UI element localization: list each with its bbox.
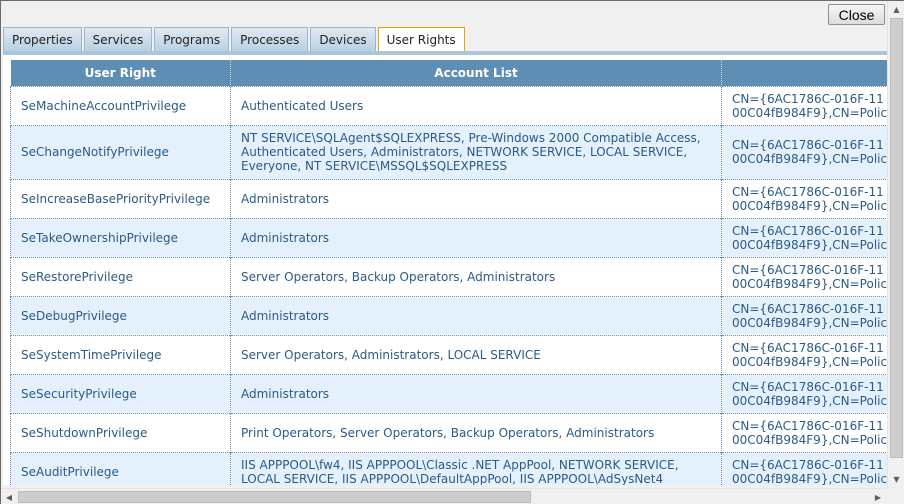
table-row[interactable]: SeChangeNotifyPrivilege NT SERVICE\SQLAg… bbox=[10, 124, 887, 179]
dn-line: 00C04fB984F9},CN=Polic bbox=[732, 393, 887, 408]
dn-cell: CN={6AC1786C-016F-11 00C04fB984F9},CN=Pol… bbox=[721, 334, 887, 374]
user-right-cell: SeDebugPrivilege bbox=[10, 295, 231, 335]
dn-line: 00C04fB984F9},CN=Polic bbox=[732, 198, 887, 213]
table-row[interactable]: SeSystemTimePrivilege Server Operators, … bbox=[10, 334, 887, 374]
scrollbar-corner bbox=[887, 488, 904, 504]
user-right-cell: SeRestorePrivilege bbox=[10, 256, 231, 296]
dn-line: 00C04fB984F9},CN=Polic bbox=[732, 105, 887, 120]
user-right-cell: SeShutdownPrivilege bbox=[10, 412, 231, 452]
dn-line: CN={6AC1786C-016F-11 bbox=[732, 340, 884, 355]
dn-cell: CN={6AC1786C-016F-11 00C04fB984F9},CN=Pol… bbox=[721, 217, 887, 257]
dn-cell: CN={6AC1786C-016F-11 00C04fB984F9},CN=Pol… bbox=[721, 124, 887, 179]
column-header-user-right[interactable]: User Right bbox=[10, 60, 231, 86]
vertical-scrollbar[interactable]: ▲ ▼ bbox=[887, 1, 904, 488]
dn-line: 00C04fB984F9},CN=Polic bbox=[732, 432, 887, 447]
dn-cell: CN={6AC1786C-016F-11 00C04fB984F9},CN=Pol… bbox=[721, 295, 887, 335]
dn-line: CN={6AC1786C-016F-11 bbox=[732, 138, 884, 152]
dn-line: 00C04fB984F9},CN=Polic bbox=[732, 237, 887, 252]
dn-line: CN={6AC1786C-016F-11 bbox=[732, 379, 884, 394]
dn-line: CN={6AC1786C-016F-11 bbox=[732, 91, 884, 106]
table-row[interactable]: SeIncreaseBasePriorityPrivilege Administ… bbox=[10, 178, 887, 218]
user-right-cell: SeMachineAccountPrivilege bbox=[10, 85, 231, 125]
dn-line: CN={6AC1786C-016F-11 bbox=[732, 223, 884, 238]
dn-line: 00C04fB984F9},CN=Polic bbox=[732, 354, 887, 369]
account-list-cell: Server Operators, Backup Operators, Admi… bbox=[230, 256, 722, 296]
user-rights-panel: User Right Account List SeMachineAccount… bbox=[3, 55, 887, 485]
user-right-cell: SeAuditPrivilege bbox=[10, 451, 231, 485]
account-list-cell: Administrators bbox=[230, 373, 722, 413]
user-right-cell: SeTakeOwnershipPrivilege bbox=[10, 217, 231, 257]
table-header-row: User Right Account List bbox=[10, 60, 887, 86]
arrow-left-icon[interactable]: ◀ bbox=[1, 489, 17, 504]
dn-line: 00C04fB984F9},CN=Polic bbox=[732, 276, 887, 291]
tab-processes[interactable]: Processes bbox=[231, 27, 309, 52]
column-header-account-list[interactable]: Account List bbox=[230, 60, 722, 86]
vertical-scroll-thumb[interactable] bbox=[890, 18, 903, 458]
account-list-cell: Administrators bbox=[230, 178, 722, 218]
account-list-cell: IIS APPPOOL\fw4, IIS APPPOOL\Classic .NE… bbox=[230, 451, 722, 485]
tab-properties[interactable]: Properties bbox=[3, 27, 82, 52]
table-row[interactable]: SeAuditPrivilege IIS APPPOOL\fw4, IIS AP… bbox=[10, 451, 887, 485]
account-list-cell: Authenticated Users bbox=[230, 85, 722, 125]
dn-line: CN={6AC1786C-016F-11 bbox=[732, 184, 884, 199]
arrow-up-icon[interactable]: ▲ bbox=[888, 1, 904, 18]
table-row[interactable]: SeDebugPrivilege Administrators CN={6AC1… bbox=[10, 295, 887, 335]
account-list-cell: Print Operators, Server Operators, Backu… bbox=[230, 412, 722, 452]
table-row[interactable]: SeSecurityPrivilege Administrators CN={6… bbox=[10, 373, 887, 413]
table-row[interactable]: SeTakeOwnershipPrivilege Administrators … bbox=[10, 217, 887, 257]
account-list-cell: NT SERVICE\SQLAgent$SQLEXPRESS, Pre-Wind… bbox=[230, 124, 722, 179]
table-row[interactable]: SeRestorePrivilege Server Operators, Bac… bbox=[10, 256, 887, 296]
user-rights-dialog: Close Properties Services Programs Proce… bbox=[0, 0, 904, 504]
user-right-cell: SeSystemTimePrivilege bbox=[10, 334, 231, 374]
tab-devices[interactable]: Devices bbox=[310, 27, 376, 52]
user-rights-table: User Right Account List SeMachineAccount… bbox=[10, 60, 887, 485]
horizontal-scroll-thumb[interactable] bbox=[18, 491, 531, 503]
user-right-cell: SeChangeNotifyPrivilege bbox=[10, 124, 231, 179]
tab-services[interactable]: Services bbox=[83, 27, 153, 52]
user-right-cell: SeSecurityPrivilege bbox=[10, 373, 231, 413]
dn-line: 00C04fB984F9},CN=Polic bbox=[732, 315, 887, 330]
dn-cell: CN={6AC1786C-016F-11 00C04fB984F9},CN=Pol… bbox=[721, 412, 887, 452]
account-list-cell: Server Operators, Administrators, LOCAL … bbox=[230, 334, 722, 374]
dn-cell: CN={6AC1786C-016F-11 00C04fB984F9},CN=Pol… bbox=[721, 373, 887, 413]
account-list-cell: Administrators bbox=[230, 217, 722, 257]
tab-programs[interactable]: Programs bbox=[154, 27, 230, 52]
table-row[interactable]: SeMachineAccountPrivilege Authenticated … bbox=[10, 85, 887, 125]
dn-cell: CN={6AC1786C-016F-11 00C04fB984F9},CN=Pol… bbox=[721, 85, 887, 125]
column-header-dn[interactable] bbox=[721, 60, 887, 86]
close-button[interactable]: Close bbox=[828, 4, 885, 25]
dn-cell: CN={6AC1786C-016F-11 00C04fB984F9},CN=Pol… bbox=[721, 256, 887, 296]
dn-line: CN={6AC1786C-016F-11 bbox=[732, 418, 884, 433]
dn-cell: CN={6AC1786C-016F-11 00C04fB984F9},CN=Pol… bbox=[721, 178, 887, 218]
tab-bar: Properties Services Programs Processes D… bbox=[3, 27, 467, 52]
account-list-cell: Administrators bbox=[230, 295, 722, 335]
tab-user-rights[interactable]: User Rights bbox=[377, 27, 465, 52]
table-row[interactable]: SeShutdownPrivilege Print Operators, Ser… bbox=[10, 412, 887, 452]
horizontal-scrollbar[interactable]: ◀ ▶ bbox=[1, 488, 887, 504]
dn-line: 00C04fB984F9},CN=Polic bbox=[732, 471, 887, 485]
dn-line: CN={6AC1786C-016F-11 bbox=[732, 301, 884, 316]
user-right-cell: SeIncreaseBasePriorityPrivilege bbox=[10, 178, 231, 218]
dn-line: CN={6AC1786C-016F-11 bbox=[732, 457, 884, 472]
dn-cell: CN={6AC1786C-016F-11 00C04fB984F9},CN=Pol… bbox=[721, 451, 887, 485]
arrow-down-icon[interactable]: ▼ bbox=[888, 471, 904, 488]
arrow-right-icon[interactable]: ▶ bbox=[870, 489, 886, 504]
dn-line: 00C04fB984F9},CN=Polic bbox=[732, 152, 887, 166]
dn-line: CN={6AC1786C-016F-11 bbox=[732, 262, 884, 277]
